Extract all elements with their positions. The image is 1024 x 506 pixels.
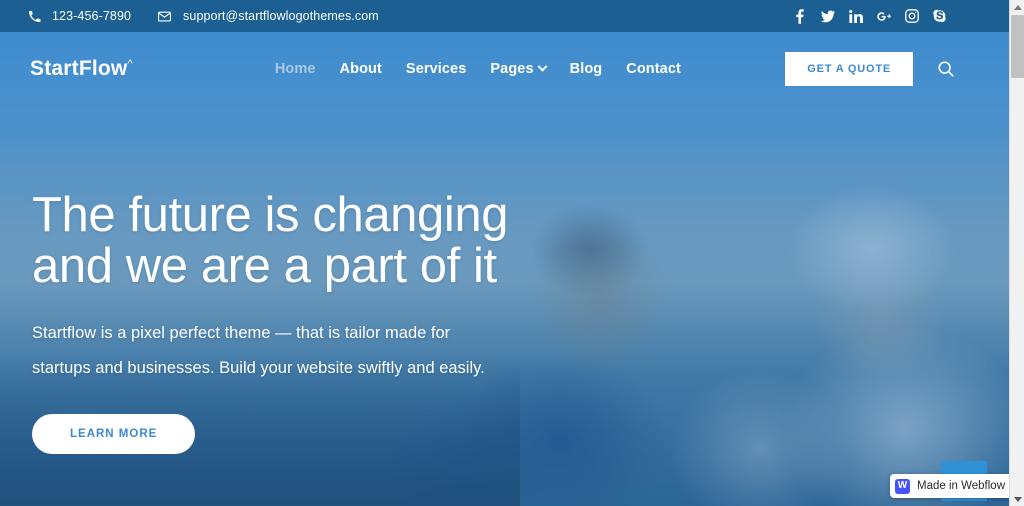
vertical-scrollbar[interactable]: [1009, 0, 1024, 506]
hero-subtitle: Startflow is a pixel perfect theme — tha…: [32, 316, 532, 386]
nav-links: Home About Services Pages Blog Contact: [275, 61, 681, 77]
learn-more-button[interactable]: LEARN MORE: [32, 414, 196, 454]
nav-item-services[interactable]: Services: [406, 61, 466, 77]
hero-subtitle-line-1: Startflow is a pixel perfect theme — tha…: [32, 324, 451, 342]
nav-item-contact[interactable]: Contact: [626, 61, 681, 77]
social-links-group: [793, 8, 991, 24]
twitter-icon[interactable]: [821, 9, 835, 23]
site-logo[interactable]: StartFlow^: [30, 57, 133, 81]
webflow-logo-icon: W: [895, 478, 910, 494]
hero-title: The future is changing and we are a part…: [32, 190, 672, 292]
nav-item-home[interactable]: Home: [275, 61, 316, 77]
nav-item-pages-label: Pages: [490, 61, 534, 77]
scroll-up-arrow-icon[interactable]: [1010, 0, 1024, 14]
logo-caret-mark: ^: [127, 58, 133, 70]
hero-title-line-1: The future is changing: [32, 188, 509, 242]
nav-actions: GET A QUOTE: [785, 52, 991, 86]
google-plus-icon[interactable]: [877, 9, 891, 23]
top-utility-bar: 123-456-7890 support@startflowlogothemes…: [0, 0, 1009, 32]
nav-item-services-label: Services: [405, 61, 467, 77]
search-icon[interactable]: [935, 58, 957, 80]
email-address: support@startflowlogothemes.com: [183, 8, 379, 23]
phone-icon: [28, 10, 41, 23]
skype-icon[interactable]: [933, 9, 947, 23]
instagram-icon[interactable]: [905, 9, 919, 23]
scrollbar-thumb[interactable]: [1011, 15, 1024, 78]
scroll-down-arrow-icon[interactable]: [1010, 492, 1024, 506]
made-in-webflow-badge[interactable]: W Made in Webflow: [890, 474, 1014, 498]
contact-info-group: 123-456-7890 support@startflowlogothemes…: [28, 9, 379, 24]
email-contact[interactable]: support@startflowlogothemes.com: [157, 9, 379, 24]
hero-content: The future is changing and we are a part…: [32, 190, 672, 454]
nav-item-about[interactable]: About: [340, 61, 382, 77]
envelope-icon: [157, 9, 172, 24]
site-viewport: 123-456-7890 support@startflowlogothemes…: [0, 0, 1009, 506]
linkedin-icon[interactable]: [849, 9, 863, 23]
nav-item-about-label: About: [339, 61, 382, 77]
chevron-down-icon: [537, 61, 548, 72]
facebook-icon[interactable]: [793, 8, 807, 24]
nav-item-blog-label: Blog: [569, 61, 603, 77]
logo-text: StartFlow: [30, 57, 128, 80]
nav-item-contact-label: Contact: [626, 61, 681, 77]
phone-number: 123-456-7890: [52, 8, 132, 23]
nav-item-home-label: Home: [274, 61, 316, 77]
nav-item-pages[interactable]: Pages: [490, 61, 548, 77]
made-in-webflow-label: Made in Webflow: [917, 480, 1005, 492]
hero-subtitle-line-2: startups and businesses. Build your webs…: [32, 359, 485, 377]
get-a-quote-button[interactable]: GET A QUOTE: [785, 52, 913, 86]
hero-title-line-2: and we are a part of it: [32, 239, 497, 293]
main-navbar: StartFlow^ Home About Services Pages Blo…: [0, 32, 1009, 106]
phone-contact[interactable]: 123-456-7890: [28, 10, 131, 23]
browser-page: 123-456-7890 support@startflowlogothemes…: [0, 0, 1024, 506]
nav-item-blog[interactable]: Blog: [570, 61, 603, 77]
